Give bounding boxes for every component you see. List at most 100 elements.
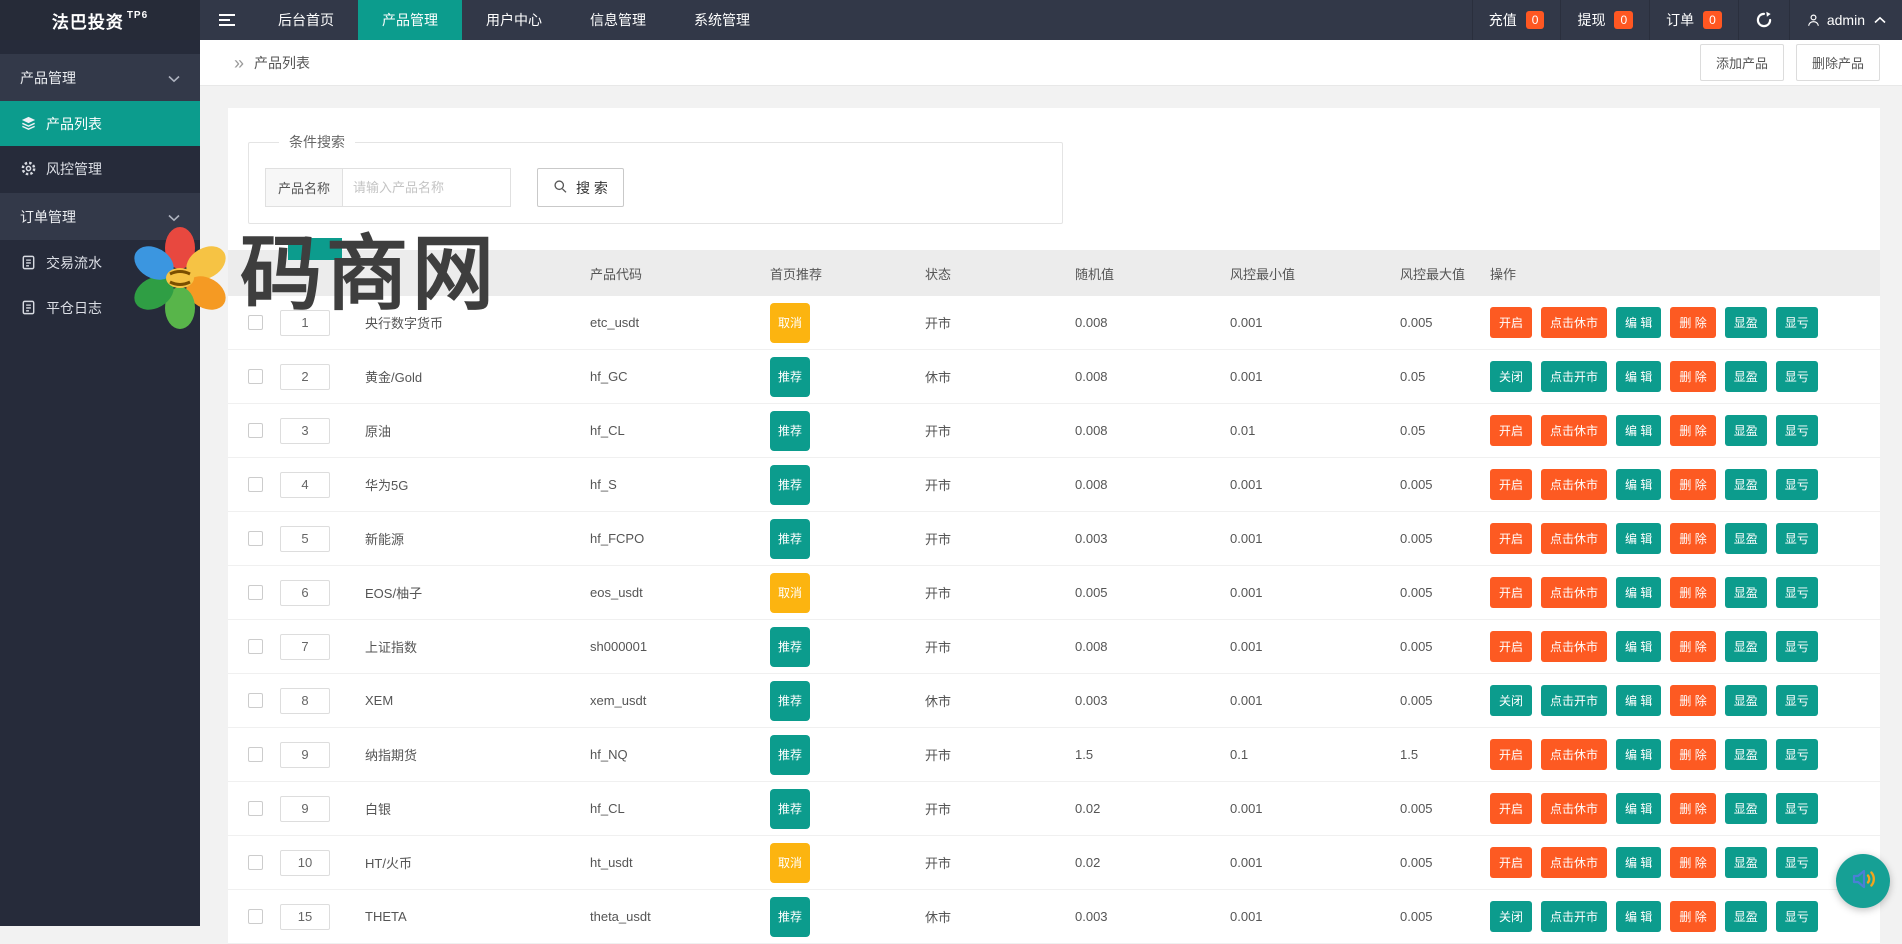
sort-input[interactable] (280, 310, 330, 336)
toggle-open-close-button[interactable]: 开启 (1490, 577, 1532, 608)
recommend-badge[interactable]: 推荐 (770, 789, 810, 829)
toggle-open-close-button[interactable]: 关闭 (1490, 901, 1532, 932)
edit-button[interactable]: 编 辑 (1616, 415, 1661, 446)
delete-button[interactable]: 删 除 (1670, 307, 1715, 338)
sidebar-group-products[interactable]: 产品管理 (0, 54, 200, 101)
delete-button[interactable]: 删 除 (1670, 361, 1715, 392)
show-profit-button[interactable]: 显盈 (1725, 793, 1767, 824)
recommend-badge[interactable]: 推荐 (770, 735, 810, 775)
toggle-open-close-button[interactable]: 开启 (1490, 307, 1532, 338)
toggle-open-close-button[interactable]: 开启 (1490, 793, 1532, 824)
market-toggle-button[interactable]: 点击休市 (1541, 415, 1607, 446)
edit-button[interactable]: 编 辑 (1616, 793, 1661, 824)
recommend-badge[interactable]: 推荐 (770, 897, 810, 937)
sort-input[interactable] (280, 418, 330, 444)
product-name-input[interactable] (343, 168, 511, 207)
show-profit-button[interactable]: 显盈 (1725, 847, 1767, 878)
show-profit-button[interactable]: 显盈 (1725, 739, 1767, 770)
delete-button[interactable]: 删 除 (1670, 631, 1715, 662)
toggle-open-close-button[interactable]: 开启 (1490, 415, 1532, 446)
row-checkbox[interactable] (248, 585, 263, 600)
user-menu[interactable]: admin (1789, 0, 1902, 40)
delete-button[interactable]: 删 除 (1670, 847, 1715, 878)
recommend-badge[interactable]: 取消 (770, 573, 810, 613)
refresh-icon[interactable] (1738, 0, 1789, 40)
show-profit-button[interactable]: 显盈 (1725, 577, 1767, 608)
row-checkbox[interactable] (248, 531, 263, 546)
sidebar-item-product-list[interactable]: 产品列表 (0, 101, 200, 146)
sort-input[interactable] (280, 742, 330, 768)
delete-button[interactable]: 删 除 (1670, 523, 1715, 554)
sidebar-item-close-log[interactable]: 平仓日志 (0, 285, 200, 330)
row-checkbox[interactable] (248, 315, 263, 330)
market-toggle-button[interactable]: 点击休市 (1541, 577, 1607, 608)
sort-input[interactable] (280, 364, 330, 390)
show-loss-button[interactable]: 显亏 (1776, 469, 1818, 500)
delete-product-button[interactable]: 删除产品 (1796, 44, 1880, 81)
toggle-open-close-button[interactable]: 关闭 (1490, 361, 1532, 392)
show-profit-button[interactable]: 显盈 (1725, 307, 1767, 338)
nav-item-system[interactable]: 系统管理 (670, 0, 774, 40)
toggle-open-close-button[interactable]: 开启 (1490, 847, 1532, 878)
show-profit-button[interactable]: 显盈 (1725, 901, 1767, 932)
search-button[interactable]: 搜 索 (537, 168, 624, 207)
row-checkbox[interactable] (248, 855, 263, 870)
delete-button[interactable]: 删 除 (1670, 793, 1715, 824)
sidebar-group-orders[interactable]: 订单管理 (0, 193, 200, 240)
recommend-badge[interactable]: 推荐 (770, 627, 810, 667)
show-profit-button[interactable]: 显盈 (1725, 361, 1767, 392)
row-checkbox[interactable] (248, 909, 263, 924)
sort-input[interactable] (280, 688, 330, 714)
market-toggle-button[interactable]: 点击开市 (1541, 901, 1607, 932)
delete-button[interactable]: 删 除 (1670, 739, 1715, 770)
recommend-badge[interactable]: 推荐 (770, 681, 810, 721)
recharge-stat[interactable]: 充值 0 (1472, 0, 1561, 40)
market-toggle-button[interactable]: 点击休市 (1541, 469, 1607, 500)
edit-button[interactable]: 编 辑 (1616, 523, 1661, 554)
row-checkbox[interactable] (248, 693, 263, 708)
market-toggle-button[interactable]: 点击休市 (1541, 523, 1607, 554)
show-profit-button[interactable]: 显盈 (1725, 415, 1767, 446)
show-loss-button[interactable]: 显亏 (1776, 685, 1818, 716)
toggle-open-close-button[interactable]: 开启 (1490, 631, 1532, 662)
sort-input[interactable] (280, 850, 330, 876)
add-product-button[interactable]: 添加产品 (1700, 44, 1784, 81)
show-loss-button[interactable]: 显亏 (1776, 577, 1818, 608)
row-checkbox[interactable] (248, 477, 263, 492)
market-toggle-button[interactable]: 点击开市 (1541, 361, 1607, 392)
delete-button[interactable]: 删 除 (1670, 469, 1715, 500)
row-checkbox[interactable] (248, 639, 263, 654)
row-checkbox[interactable] (248, 423, 263, 438)
recommend-badge[interactable]: 取消 (770, 843, 810, 883)
row-checkbox[interactable] (248, 801, 263, 816)
edit-button[interactable]: 编 辑 (1616, 361, 1661, 392)
recommend-badge[interactable]: 推荐 (770, 411, 810, 451)
market-toggle-button[interactable]: 点击休市 (1541, 793, 1607, 824)
recommend-badge[interactable]: 推荐 (770, 519, 810, 559)
toggle-open-close-button[interactable]: 关闭 (1490, 685, 1532, 716)
sort-input[interactable] (280, 472, 330, 498)
edit-button[interactable]: 编 辑 (1616, 577, 1661, 608)
edit-button[interactable]: 编 辑 (1616, 685, 1661, 716)
show-loss-button[interactable]: 显亏 (1776, 631, 1818, 662)
show-loss-button[interactable]: 显亏 (1776, 523, 1818, 554)
show-loss-button[interactable]: 显亏 (1776, 361, 1818, 392)
row-checkbox[interactable] (248, 747, 263, 762)
recommend-badge[interactable]: 推荐 (770, 465, 810, 505)
recommend-badge[interactable]: 推荐 (770, 357, 810, 397)
delete-button[interactable]: 删 除 (1670, 415, 1715, 446)
show-profit-button[interactable]: 显盈 (1725, 469, 1767, 500)
market-toggle-button[interactable]: 点击开市 (1541, 685, 1607, 716)
sort-input[interactable] (280, 634, 330, 660)
edit-button[interactable]: 编 辑 (1616, 739, 1661, 770)
show-loss-button[interactable]: 显亏 (1776, 847, 1818, 878)
show-profit-button[interactable]: 显盈 (1725, 631, 1767, 662)
market-toggle-button[interactable]: 点击休市 (1541, 739, 1607, 770)
market-toggle-button[interactable]: 点击休市 (1541, 631, 1607, 662)
show-loss-button[interactable]: 显亏 (1776, 739, 1818, 770)
nav-item-products[interactable]: 产品管理 (358, 0, 462, 40)
show-loss-button[interactable]: 显亏 (1776, 415, 1818, 446)
order-stat[interactable]: 订单 0 (1649, 0, 1738, 40)
sidebar-item-risk-control[interactable]: 风控管理 (0, 146, 200, 191)
market-toggle-button[interactable]: 点击休市 (1541, 307, 1607, 338)
